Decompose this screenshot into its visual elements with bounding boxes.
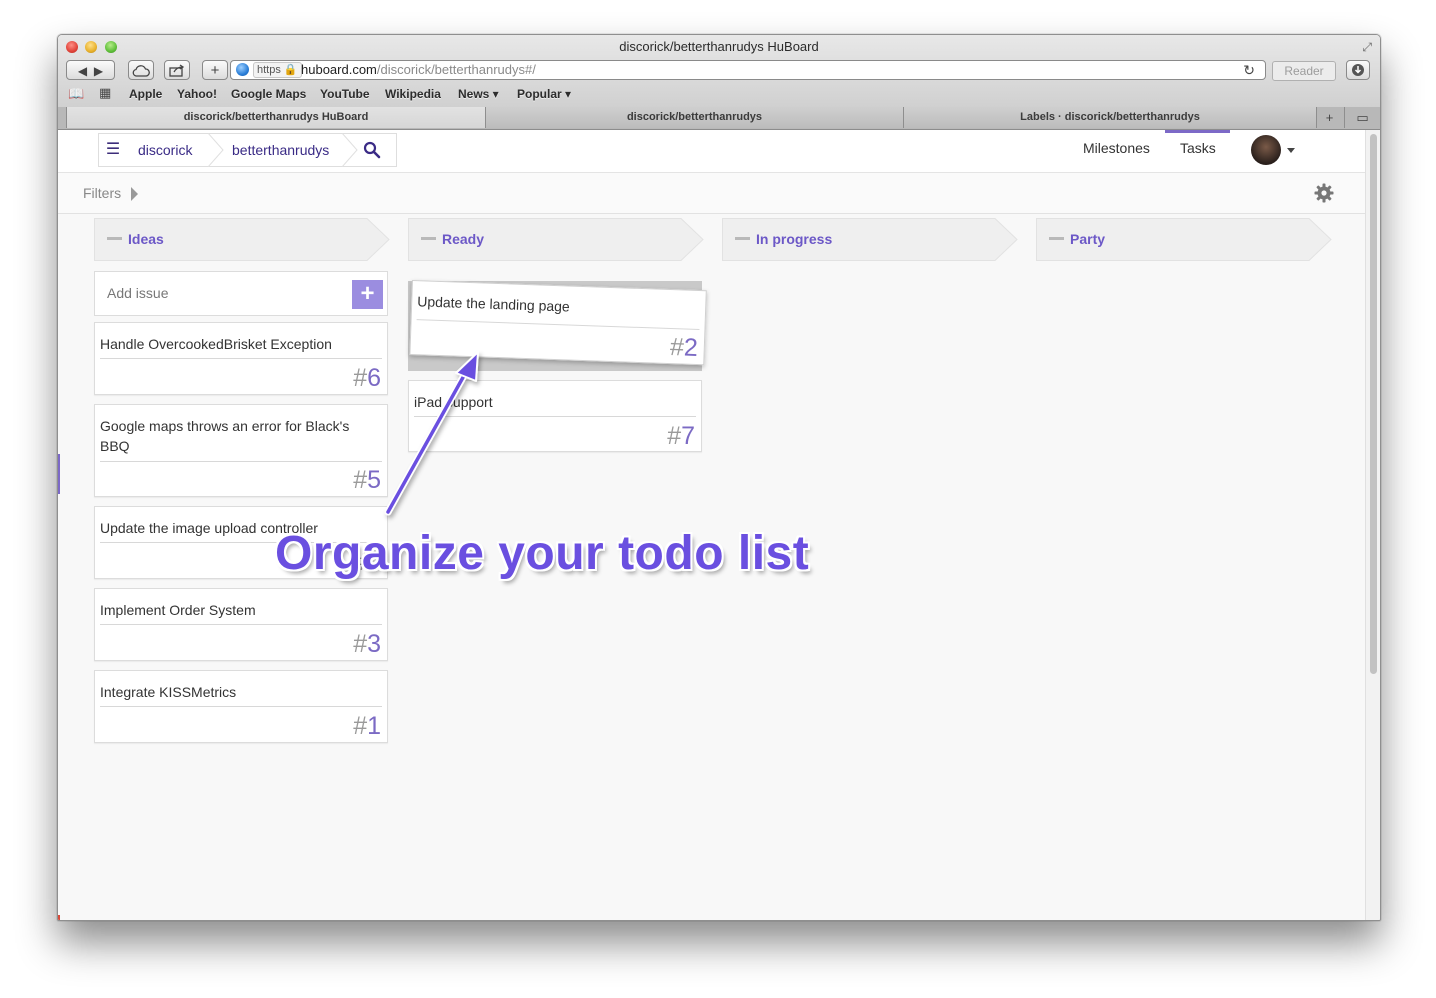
share-button[interactable] <box>164 60 190 80</box>
column-title: Party <box>1070 231 1106 247</box>
bookmarks-bar: 📖 ▦ Apple Yahoo! Google Maps YouTube Wik… <box>58 85 1380 103</box>
issue-number: #7 <box>667 422 695 450</box>
filter-bar: Filters <box>58 173 1365 214</box>
new-tab-button[interactable]: + <box>202 60 228 80</box>
downloads-button[interactable] <box>1346 60 1370 80</box>
column-collapse-icon[interactable] <box>1049 237 1064 240</box>
icloud-tabs-button[interactable] <box>128 60 154 80</box>
breadcrumb: ☰ discorick betterthanrudys <box>98 133 397 167</box>
issue-number: #6 <box>353 364 381 392</box>
column-header-ready[interactable]: Ready <box>408 218 704 261</box>
tab-bar: discorick/betterthanrudys HuBoard discor… <box>58 107 1380 129</box>
annotation-caption: Organize your todo list <box>275 527 810 580</box>
card-divider <box>100 706 382 707</box>
caret-right-icon[interactable] <box>131 187 138 201</box>
scrollbar-thumb[interactable] <box>1370 134 1377 674</box>
search-icon[interactable] <box>363 141 381 159</box>
avatar[interactable] <box>1251 135 1281 165</box>
breadcrumb-separator <box>341 133 358 167</box>
bookmark-google-maps[interactable]: Google Maps <box>231 87 306 101</box>
bookmark-news[interactable]: News ▾ <box>458 87 499 101</box>
browser-window: discorick/betterthanrudys HuBoard ⤢ ◀ ▶ … <box>57 34 1381 921</box>
bookmark-wikipedia[interactable]: Wikipedia <box>385 87 441 101</box>
tab-repo[interactable]: discorick/betterthanrudys <box>485 107 904 128</box>
issue-title: Update the landing page <box>416 293 571 315</box>
https-badge: https 🔒 <box>253 62 302 78</box>
share-icon <box>169 64 185 77</box>
browser-chrome: discorick/betterthanrudys HuBoard ⤢ ◀ ▶ … <box>58 35 1380 130</box>
bookmark-popular[interactable]: Popular ▾ <box>517 87 571 101</box>
issue-title: Implement Order System <box>100 602 256 618</box>
back-forward-buttons[interactable]: ◀ ▶ <box>66 60 115 80</box>
issue-title: Handle OvercookedBrisket Exception <box>100 336 332 352</box>
gear-icon[interactable] <box>1313 182 1335 204</box>
issue-number: #2 <box>669 333 699 363</box>
reading-list-icon[interactable]: 📖 <box>68 86 84 102</box>
issue-number: #5 <box>353 466 381 494</box>
download-icon <box>1352 64 1364 76</box>
active-tab-indicator <box>1165 130 1230 133</box>
add-issue-input[interactable]: Add issue <box>107 285 168 301</box>
page-content: ☰ discorick betterthanrudys Milestones T… <box>58 130 1365 920</box>
top-sites-icon[interactable]: ▦ <box>99 85 111 101</box>
column-title: Ready <box>442 231 485 247</box>
column-collapse-icon[interactable] <box>735 237 750 240</box>
issue-card[interactable]: Google maps throws an error for Black's … <box>94 404 388 497</box>
issue-title: Google maps throws an error for Black's … <box>100 418 350 454</box>
card-divider <box>100 461 382 462</box>
bookmark-yahoo[interactable]: Yahoo! <box>177 87 217 101</box>
tab-labels[interactable]: Labels · discorick/betterthanrudys <box>903 107 1317 128</box>
add-tab-icon[interactable]: + <box>1316 107 1342 128</box>
chevron-down-icon[interactable] <box>1287 148 1295 153</box>
issue-card[interactable]: Integrate KISSMetrics #1 <box>94 670 388 743</box>
issue-card[interactable]: Handle OvercookedBrisket Exception #6 <box>94 322 388 395</box>
breadcrumb-user[interactable]: discorick <box>138 134 192 166</box>
app-header: ☰ discorick betterthanrudys Milestones T… <box>58 130 1365 173</box>
reader-button[interactable]: Reader <box>1272 61 1336 81</box>
edge-marker <box>58 915 60 920</box>
breadcrumb-separator <box>207 133 224 167</box>
tab-huboard[interactable]: discorick/betterthanrudys HuBoard <box>66 107 486 128</box>
add-issue-button[interactable]: + <box>352 280 383 309</box>
column-collapse-icon[interactable] <box>421 237 436 240</box>
issue-card-dragging[interactable]: Update the landing page #2 <box>409 280 707 366</box>
address-bar[interactable]: https 🔒 huboard.com/discorick/betterthan… <box>230 60 1266 80</box>
bookmark-apple[interactable]: Apple <box>129 87 162 101</box>
card-divider <box>100 358 382 359</box>
breadcrumb-repo[interactable]: betterthanrudys <box>232 134 329 166</box>
column-title: In progress <box>756 231 833 247</box>
issue-title: iPad support <box>414 394 493 410</box>
column-header-in-progress[interactable]: In progress <box>722 218 1018 261</box>
url-text[interactable]: huboard.com/discorick/betterthanrudys#/ <box>301 61 536 79</box>
window-title: discorick/betterthanrudys HuBoard <box>619 39 819 54</box>
issue-number: #1 <box>353 712 381 740</box>
fullscreen-icon[interactable]: ⤢ <box>1362 40 1372 55</box>
vertical-scrollbar[interactable] <box>1365 130 1380 920</box>
add-issue-form: Add issue + <box>94 271 388 316</box>
menu-icon[interactable]: ☰ <box>99 134 127 166</box>
edge-marker <box>58 454 60 494</box>
issue-title: Integrate KISSMetrics <box>100 684 237 700</box>
cloud-icon <box>132 65 150 77</box>
lock-icon: 🔒 <box>283 64 298 76</box>
reload-icon[interactable]: ↻ <box>1243 61 1255 79</box>
issue-card[interactable]: iPad support #7 <box>408 380 702 452</box>
bookmark-youtube[interactable]: YouTube <box>320 87 370 101</box>
back-arrow-icon[interactable]: ◀ <box>78 64 87 78</box>
tab-overview-icon[interactable]: ▭ <box>1344 107 1380 128</box>
column-collapse-icon[interactable] <box>107 237 122 240</box>
forward-arrow-icon[interactable]: ▶ <box>94 64 103 78</box>
card-divider <box>100 624 382 625</box>
card-divider <box>414 416 696 417</box>
nav-tasks[interactable]: Tasks <box>1180 140 1216 156</box>
filters-toggle[interactable]: Filters <box>83 185 121 201</box>
issue-card[interactable]: Implement Order System #3 <box>94 588 388 661</box>
column-header-ideas[interactable]: Ideas <box>94 218 390 261</box>
issue-number: #3 <box>353 630 381 658</box>
nav-milestones[interactable]: Milestones <box>1083 140 1150 156</box>
card-divider <box>416 319 700 331</box>
column-header-party[interactable]: Party <box>1036 218 1332 261</box>
column-title: Ideas <box>128 231 164 247</box>
globe-icon <box>236 63 249 76</box>
